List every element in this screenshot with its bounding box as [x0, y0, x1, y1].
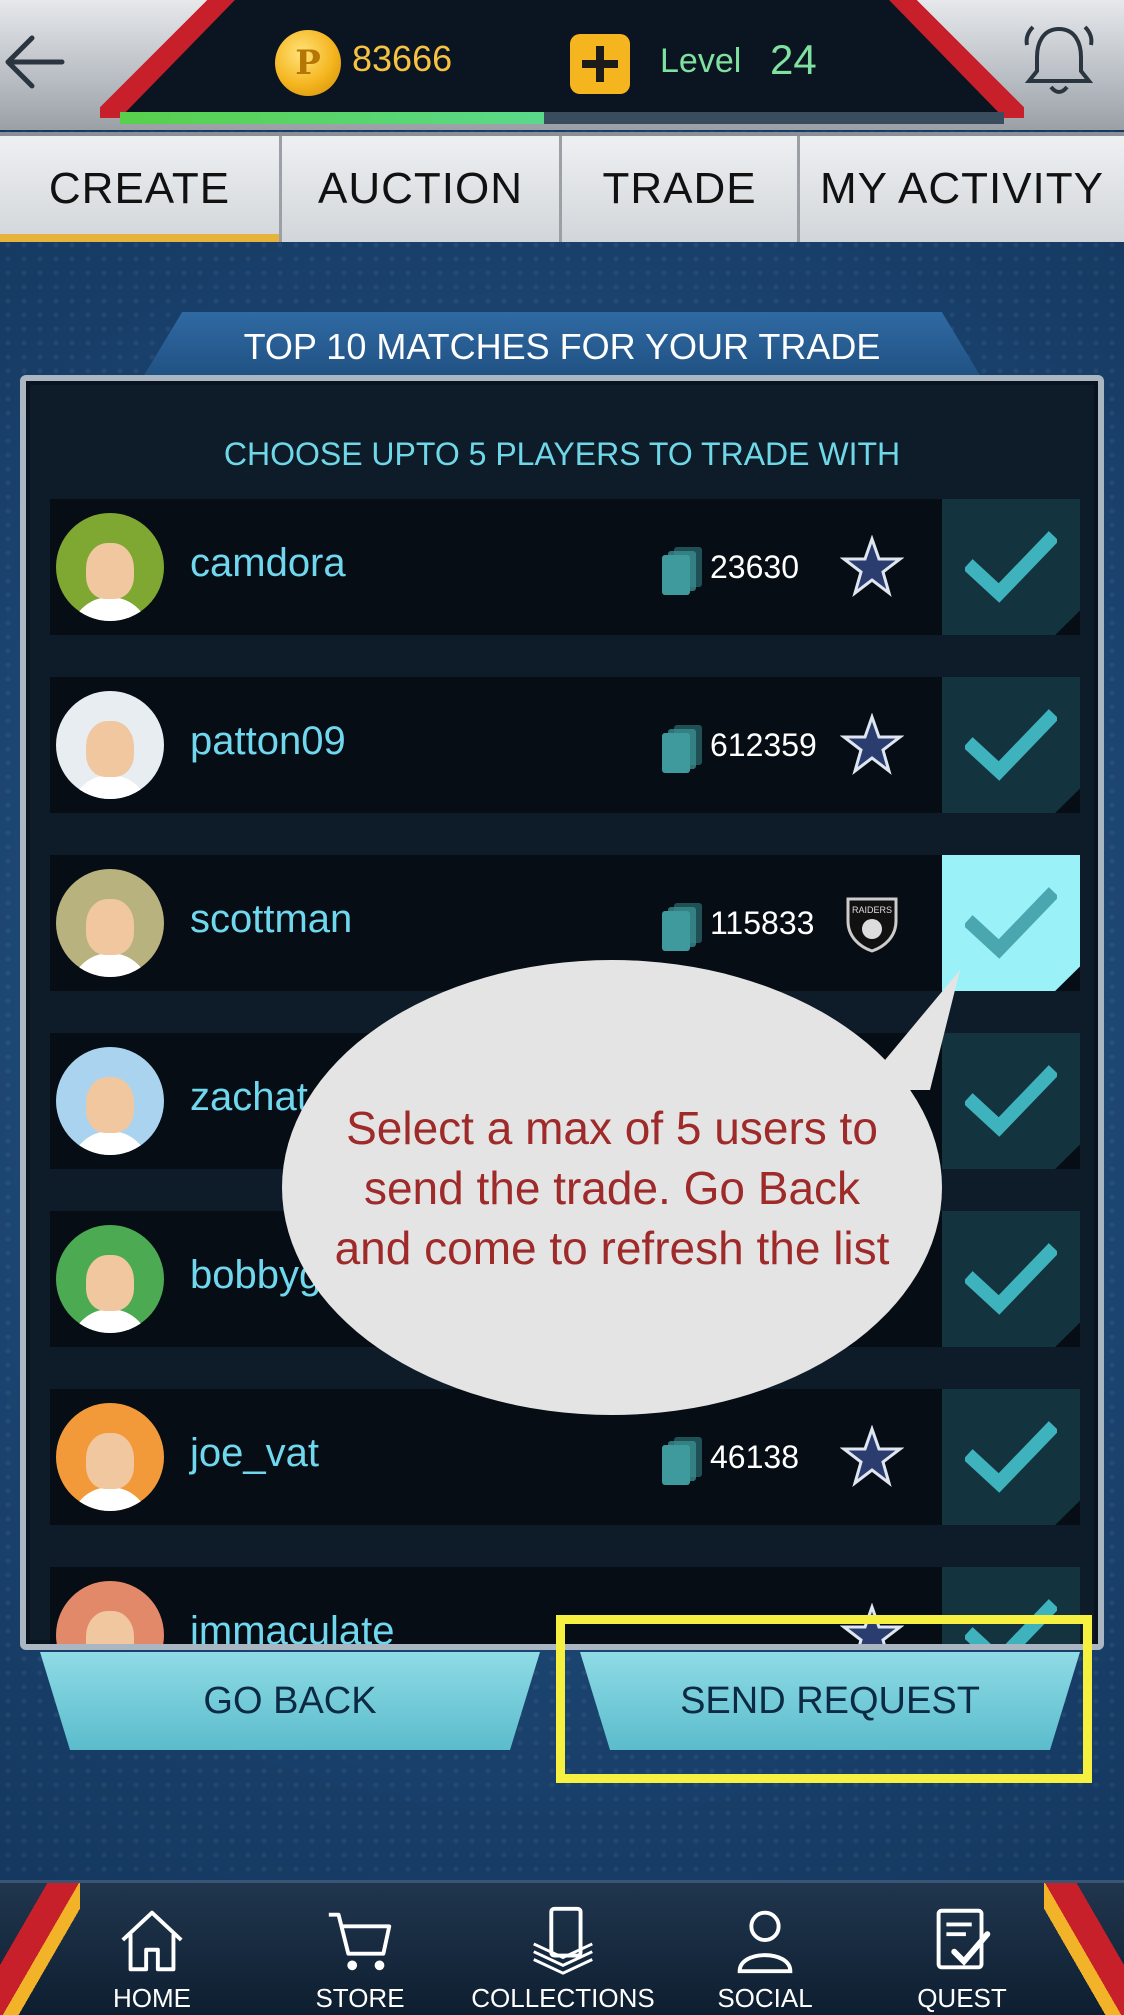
star-icon — [840, 1425, 904, 1489]
nav-collections[interactable]: COLLECTIONS — [463, 1901, 663, 2015]
select-player-checkbox[interactable] — [942, 677, 1080, 813]
nav-quest[interactable]: QUEST — [862, 1901, 1062, 2015]
player-row[interactable]: camdora 23630 — [50, 499, 1080, 635]
star-icon — [840, 535, 904, 599]
checkmark-icon — [965, 531, 1057, 603]
home-icon — [121, 1910, 183, 1972]
callout-text: Select a max of 5 users to send the trad… — [334, 1101, 890, 1274]
svg-text:RAIDERS: RAIDERS — [852, 905, 892, 915]
select-player-checkbox[interactable] — [942, 1033, 1080, 1169]
panel-title-banner: TOP 10 MATCHES FOR YOUR TRADE — [140, 312, 984, 382]
cards-count: 115833 — [710, 905, 815, 941]
cards-stack-icon — [533, 1906, 593, 1975]
avatar — [56, 1581, 164, 1644]
checkmark-icon — [965, 1421, 1057, 1493]
avatar — [56, 1403, 164, 1511]
panel-title: TOP 10 MATCHES FOR YOUR TRADE — [243, 326, 881, 367]
person-icon — [737, 1910, 793, 1974]
select-player-checkbox[interactable] — [942, 1389, 1080, 1525]
cards-count: 612359 — [710, 727, 817, 763]
avatar — [56, 513, 164, 621]
panel-subtitle: CHOOSE UPTO 5 PLAYERS TO TRADE WITH — [223, 436, 901, 472]
header-center-plate — [120, 0, 1004, 118]
player-username: camdora — [190, 541, 346, 585]
bottom-nav: HOME STORE COLLECTIONS SOCIAL QUEST — [0, 1880, 1124, 2015]
select-player-checkbox[interactable] — [942, 855, 1080, 991]
nav-home[interactable]: HOME — [52, 1901, 252, 2015]
avatar — [56, 1047, 164, 1155]
add-coins-button[interactable] — [570, 34, 630, 94]
select-player-checkbox[interactable] — [942, 1211, 1080, 1347]
cart-icon — [328, 1912, 392, 1971]
xp-progress-bar — [120, 112, 1004, 124]
top-bar: P 83666 Level 24 — [0, 0, 1124, 130]
cards-count: 46138 — [710, 1439, 799, 1475]
player-username: joe_vat — [190, 1431, 319, 1475]
level-label: Level — [660, 42, 742, 80]
tab-bar: CREATE AUCTION TRADE MY ACTIVITY — [0, 132, 1124, 242]
tutorial-callout: Select a max of 5 users to send the trad… — [282, 960, 942, 1415]
send-request-highlight — [556, 1615, 1092, 1783]
arrow-left-icon — [5, 35, 65, 89]
player-username: immaculate — [190, 1609, 395, 1650]
player-username: scottman — [190, 897, 353, 941]
avatar — [56, 691, 164, 799]
notifications-button[interactable] — [1014, 16, 1104, 106]
checkmark-icon — [965, 887, 1057, 959]
player-username: zachat — [190, 1075, 308, 1119]
tab-trade[interactable]: TRADE — [562, 136, 800, 242]
coin-balance: 83666 — [352, 38, 453, 79]
player-row[interactable]: patton09 612359 — [50, 677, 1080, 813]
nav-social[interactable]: SOCIAL — [665, 1901, 865, 2015]
nav-store[interactable]: STORE — [260, 1901, 460, 2015]
cards-icon — [662, 547, 702, 595]
level-value: 24 — [770, 36, 817, 83]
checkmark-icon — [965, 1243, 1057, 1315]
plus-icon — [582, 46, 618, 82]
cards-icon — [662, 1437, 702, 1485]
select-player-checkbox[interactable] — [942, 499, 1080, 635]
cards-count: 23630 — [710, 549, 799, 585]
cards-icon — [662, 903, 702, 951]
checklist-icon — [936, 1908, 991, 1970]
cards-icon — [662, 725, 702, 773]
checkmark-icon — [965, 1065, 1057, 1137]
back-button[interactable] — [0, 22, 70, 102]
xp-progress-fill — [120, 112, 545, 124]
avatar — [56, 1225, 164, 1333]
go-back-button[interactable]: GO BACK — [40, 1652, 540, 1750]
tab-create[interactable]: CREATE — [0, 136, 282, 242]
bell-icon — [1024, 25, 1094, 94]
coin-icon: P — [275, 30, 341, 96]
tab-my-activity[interactable]: MY ACTIVITY — [800, 136, 1124, 242]
player-username: patton09 — [190, 719, 346, 763]
star-icon — [840, 713, 904, 777]
checkmark-icon — [965, 709, 1057, 781]
raiders-shield-icon: RAIDERS — [840, 891, 904, 955]
tab-auction[interactable]: AUCTION — [282, 136, 562, 242]
avatar — [56, 869, 164, 977]
